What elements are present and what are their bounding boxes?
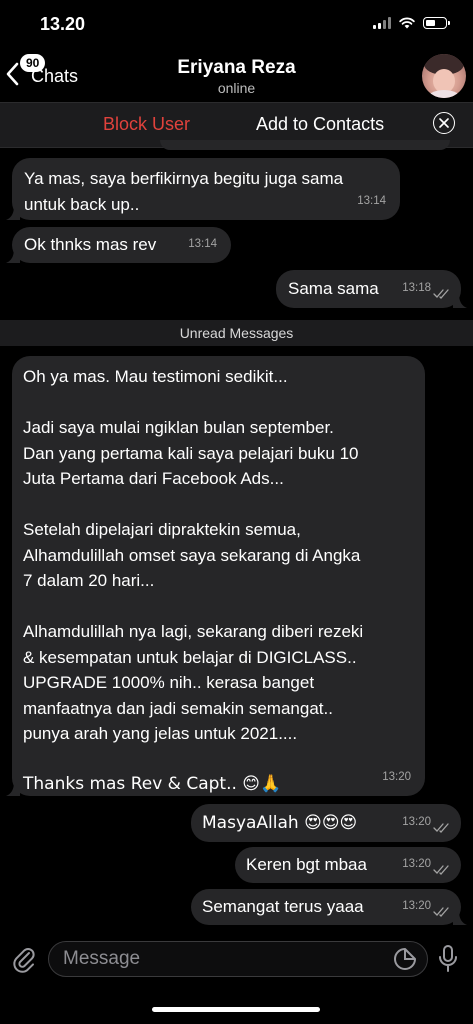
contact-name[interactable]: Eriyana Reza [0, 57, 473, 79]
message-text: Alhamdulillah omset saya sekarang di Ang… [23, 545, 361, 565]
message-text: Ya mas, saya berfikirnya begitu juga sam… [24, 169, 344, 188]
message-time: 13:20 [402, 815, 431, 828]
block-user-button[interactable]: Block User [103, 114, 190, 135]
signal-icon [373, 17, 391, 29]
paperclip-icon[interactable] [12, 945, 36, 973]
message-text: Thanks mas Rev & Capt.. 😊🙏 [23, 774, 282, 794]
close-icon[interactable] [433, 112, 455, 134]
message-text: untuk back up.. [24, 194, 140, 214]
microphone-icon[interactable] [437, 944, 459, 974]
message-text: & kesempatan untuk belajar di DIGICLASS.… [23, 647, 357, 667]
message-text: Dan yang pertama kali saya pelajari buku… [23, 443, 359, 463]
message-bubble-outgoing[interactable]: Sama sama 13:18 [276, 270, 467, 308]
double-check-icon [433, 865, 449, 875]
message-text: Keren bgt mbaa [246, 855, 367, 874]
unread-messages-divider: Unread Messages [0, 320, 473, 346]
message-text: Jadi saya mulai ngiklan bulan september. [23, 418, 334, 437]
message-time: 13:20 [382, 770, 411, 783]
add-to-contacts-button[interactable]: Add to Contacts [256, 114, 384, 135]
message-text: Juta Pertama dari Facebook Ads... [23, 469, 284, 488]
status-time: 13.20 [40, 14, 86, 34]
message-bubble-outgoing[interactable]: Semangat terus yaaa 13:20 [191, 889, 467, 925]
message-text: Sama sama [288, 279, 379, 298]
message-time: 13:20 [402, 899, 431, 912]
message-text: Oh ya mas. Mau testimoni sedikit... [23, 367, 288, 386]
avatar[interactable] [422, 54, 466, 98]
double-check-icon [433, 823, 449, 833]
message-bubble-outgoing[interactable]: Keren bgt mbaa 13:20 [235, 847, 461, 883]
message-text: Setelah dipelajari dipraktekin semua, [23, 520, 301, 539]
message-bubble-incoming[interactable]: Ya mas, saya berfikirnya begitu juga sam… [6, 158, 400, 220]
message-time: 13:18 [402, 281, 431, 294]
message-input-placeholder: Message [63, 948, 141, 969]
message-text: MasyaAllah 😍😍😍 [202, 813, 358, 833]
partial-message-bubble [160, 140, 450, 150]
message-text: Semangat terus yaaa [202, 897, 364, 916]
message-bubble-outgoing[interactable]: MasyaAllah 😍😍😍 13:20 [191, 804, 461, 842]
message-text: Alhamdulillah nya lagi, sekarang diberi … [23, 622, 364, 641]
message-time: 13:20 [402, 857, 431, 870]
double-check-icon [433, 289, 449, 299]
home-indicator[interactable] [152, 1007, 320, 1012]
message-bubble-incoming[interactable]: Ok thnks mas rev 13:14 [6, 227, 231, 263]
message-time: 13:14 [357, 194, 386, 207]
battery-icon [423, 17, 450, 29]
message-time: 13:14 [188, 237, 217, 250]
message-text: Ok thnks mas rev [24, 235, 157, 254]
double-check-icon [433, 907, 449, 917]
message-text: punya arah yang jelas untuk 2021.... [23, 724, 298, 743]
message-bubble-incoming[interactable]: Oh ya mas. Mau testimoni sedikit... Jadi… [6, 356, 425, 796]
contact-status: online [217, 80, 256, 96]
sticker-icon[interactable] [393, 947, 417, 971]
message-text: manfaatnya dan jadi semakin semangat.. [23, 698, 333, 718]
message-text: 7 dalam 20 hari... [23, 571, 155, 590]
status-icons [373, 17, 450, 29]
message-text: UPGRADE 1000% nih.. kerasa banget [23, 673, 315, 692]
wifi-icon [399, 17, 415, 29]
